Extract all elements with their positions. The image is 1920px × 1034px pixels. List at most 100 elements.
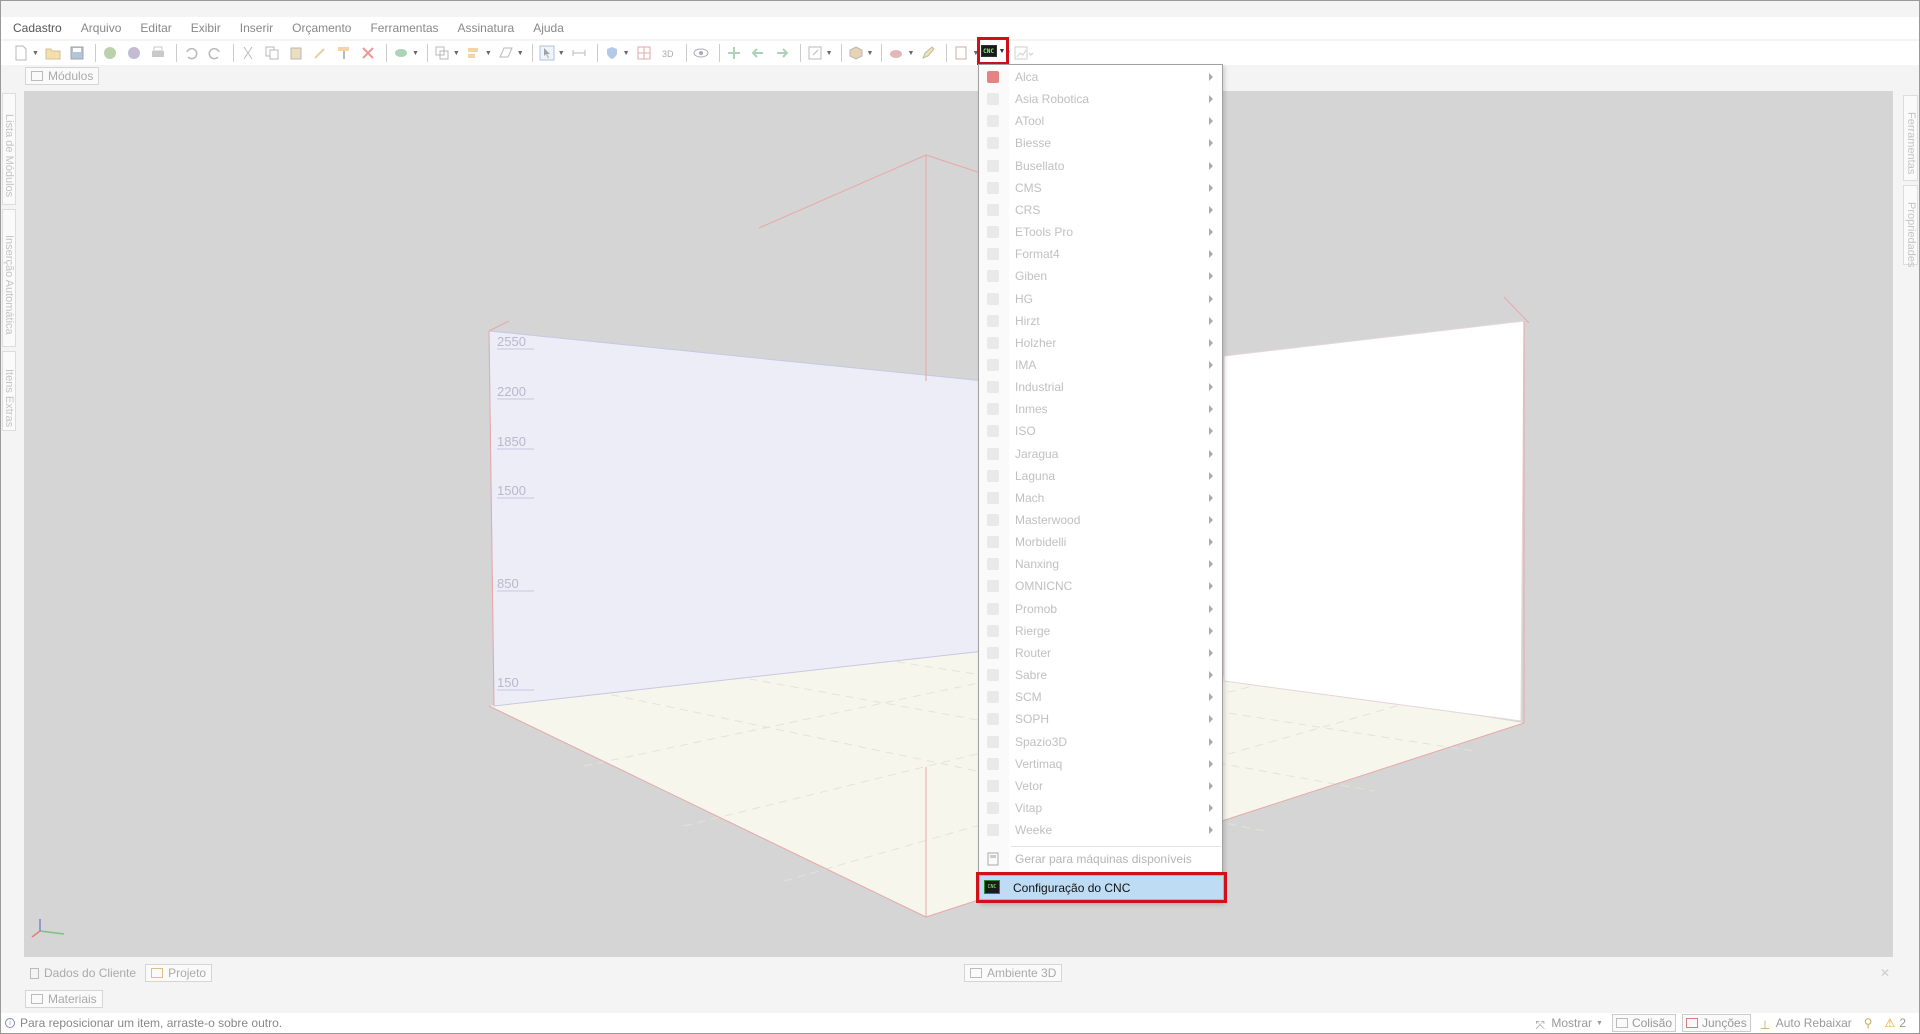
cnc-menu-item[interactable]: HG bbox=[979, 288, 1222, 310]
cnc-menu-item[interactable]: Masterwood bbox=[979, 509, 1222, 531]
cnc-menu-item[interactable]: Sabre bbox=[979, 664, 1222, 686]
chevron-down-icon[interactable]: ▼ bbox=[826, 50, 833, 57]
cube-icon[interactable] bbox=[846, 43, 866, 63]
cnc-menu-item[interactable]: Vertimaq bbox=[979, 753, 1222, 775]
export-icon[interactable] bbox=[805, 43, 825, 63]
arrow-left-icon[interactable] bbox=[748, 43, 768, 63]
cnc-menu-item[interactable]: Jaragua bbox=[979, 443, 1222, 465]
tab-materiais[interactable]: Materiais bbox=[25, 990, 103, 1008]
render-icon[interactable] bbox=[100, 43, 120, 63]
menu-ajuda[interactable]: Ajuda bbox=[533, 21, 564, 35]
cnc-menu-item[interactable]: Biesse bbox=[979, 132, 1222, 154]
copy-icon[interactable] bbox=[262, 43, 282, 63]
chevron-down-icon[interactable]: ▼ bbox=[623, 50, 630, 57]
cnc-menu-item[interactable]: Rierge bbox=[979, 620, 1222, 642]
cnc-menu-item[interactable]: Alca bbox=[979, 66, 1222, 88]
cnc-menu-item[interactable]: Router bbox=[979, 642, 1222, 664]
cnc-menu-item[interactable]: SCM bbox=[979, 686, 1222, 708]
cnc-menu-item[interactable]: CRS bbox=[979, 199, 1222, 221]
shape-icon[interactable] bbox=[496, 43, 516, 63]
tab-propriedades[interactable]: Propriedades bbox=[1903, 185, 1918, 267]
eye-icon[interactable] bbox=[691, 43, 711, 63]
move-icon[interactable] bbox=[724, 43, 744, 63]
cnc-menu-item[interactable]: OMNICNC bbox=[979, 575, 1222, 597]
chevron-down-icon[interactable]: ▼ bbox=[485, 50, 492, 57]
grid-snap-icon[interactable] bbox=[634, 43, 654, 63]
cnc-menu-item[interactable]: Asia Robotica bbox=[979, 88, 1222, 110]
tab-modulos[interactable]: Módulos bbox=[25, 67, 100, 85]
paint-icon[interactable] bbox=[886, 43, 906, 63]
cnc-config-item[interactable]: CNC Configuração do CNC bbox=[979, 875, 1224, 900]
cnc-menu-item[interactable]: Vetor bbox=[979, 775, 1222, 797]
chevron-down-icon[interactable]: ▼ bbox=[412, 50, 419, 57]
chevron-down-icon[interactable]: ▼ bbox=[517, 50, 524, 57]
chart-icon[interactable] bbox=[1013, 43, 1035, 63]
cut-icon[interactable] bbox=[238, 43, 258, 63]
menu-orcamento[interactable]: Orçamento bbox=[292, 21, 351, 35]
chevron-down-icon[interactable]: ▼ bbox=[999, 48, 1006, 55]
cnc-menu-item[interactable]: SOPH bbox=[979, 708, 1222, 730]
cnc-menu-item[interactable]: Promob bbox=[979, 598, 1222, 620]
print-icon[interactable] bbox=[148, 43, 168, 63]
menu-assinatura[interactable]: Assinatura bbox=[458, 21, 515, 35]
warnings-indicator[interactable]: ⚠ 2 bbox=[1882, 1014, 1909, 1032]
cnc-menu-item[interactable]: Morbidelli bbox=[979, 531, 1222, 553]
menu-arquivo[interactable]: Arquivo bbox=[81, 21, 122, 35]
close-icon[interactable]: ✕ bbox=[1880, 966, 1890, 980]
cnc-toolbar-button[interactable]: CNC ▼ bbox=[977, 37, 1009, 65]
paint-roller-icon[interactable] bbox=[334, 43, 354, 63]
cnc-menu-item[interactable]: Hirzt bbox=[979, 310, 1222, 332]
juncoes-toggle[interactable]: Junções bbox=[1682, 1014, 1751, 1032]
tab-itens-extras[interactable]: Itens Extras bbox=[2, 351, 16, 431]
measure-icon[interactable] bbox=[569, 43, 589, 63]
tab-insercao-automatica[interactable]: Inserção Automática bbox=[2, 209, 16, 347]
cnc-menu-item[interactable]: Weeke bbox=[979, 819, 1222, 841]
chevron-down-icon[interactable]: ▼ bbox=[867, 50, 874, 57]
auto-rebaixar-toggle[interactable]: ⊥ Auto Rebaixar bbox=[1757, 1014, 1855, 1032]
chevron-down-icon[interactable]: ▼ bbox=[453, 50, 460, 57]
chevron-down-icon[interactable]: ▼ bbox=[558, 50, 565, 57]
save-icon[interactable] bbox=[67, 43, 87, 63]
cnc-menu-item[interactable]: CMS bbox=[979, 177, 1222, 199]
report-icon[interactable] bbox=[951, 43, 971, 63]
select-pointer-icon[interactable] bbox=[537, 43, 557, 63]
tab-projeto[interactable]: Projeto bbox=[145, 964, 213, 982]
cnc-menu-item[interactable]: ETools Pro bbox=[979, 221, 1222, 243]
pencil-icon[interactable] bbox=[918, 43, 938, 63]
cnc-menu-item[interactable]: Holzher bbox=[979, 332, 1222, 354]
menu-exibir[interactable]: Exibir bbox=[191, 21, 221, 35]
cnc-menu-item[interactable]: Industrial bbox=[979, 376, 1222, 398]
menu-cadastro[interactable]: Cadastro bbox=[13, 21, 62, 35]
cnc-menu-item[interactable]: Mach bbox=[979, 487, 1222, 509]
chevron-down-icon[interactable]: ▼ bbox=[907, 50, 914, 57]
menu-ferramentas[interactable]: Ferramentas bbox=[370, 21, 438, 35]
cnc-menu-item[interactable]: ATool bbox=[979, 110, 1222, 132]
tab-lista-modulos[interactable]: Lista de Módulos bbox=[2, 93, 16, 205]
generate-available-machines-item[interactable]: Gerar para máquinas disponíveis bbox=[979, 848, 1222, 870]
arrow-right-icon[interactable] bbox=[772, 43, 792, 63]
paste-icon[interactable] bbox=[286, 43, 306, 63]
cnc-menu-item[interactable]: Busellato bbox=[979, 155, 1222, 177]
cnc-menu-item[interactable]: Format4 bbox=[979, 243, 1222, 265]
cnc-menu-item[interactable]: ISO bbox=[979, 420, 1222, 442]
tab-ambiente-3d[interactable]: Ambiente 3D bbox=[964, 964, 1063, 982]
3d-view-icon[interactable]: 3D bbox=[658, 43, 678, 63]
delete-icon[interactable] bbox=[358, 43, 378, 63]
cnc-menu-item[interactable]: Nanxing bbox=[979, 553, 1222, 575]
3d-viewport[interactable]: 2550 2200 1850 1500 850 150 bbox=[24, 91, 1893, 957]
cnc-menu-item[interactable]: Spazio3D bbox=[979, 731, 1222, 753]
preview-icon[interactable] bbox=[124, 43, 144, 63]
group-icon[interactable] bbox=[432, 43, 452, 63]
align-icon[interactable] bbox=[464, 43, 484, 63]
redo-icon[interactable] bbox=[205, 43, 225, 63]
tab-ferramentas[interactable]: Ferramentas bbox=[1903, 95, 1918, 181]
magic-wand-icon[interactable] bbox=[310, 43, 330, 63]
menu-editar[interactable]: Editar bbox=[140, 21, 171, 35]
chevron-down-icon[interactable]: ▼ bbox=[32, 50, 39, 57]
shield-icon[interactable] bbox=[602, 43, 622, 63]
menu-inserir[interactable]: Inserir bbox=[240, 21, 273, 35]
cnc-menu-item[interactable]: Laguna bbox=[979, 465, 1222, 487]
cnc-menu-item[interactable]: Inmes bbox=[979, 398, 1222, 420]
mostrar-dropdown[interactable]: ⤧ Mostrar ▼ bbox=[1532, 1014, 1606, 1032]
magnet-toggle[interactable]: ⚲ bbox=[1861, 1014, 1876, 1032]
